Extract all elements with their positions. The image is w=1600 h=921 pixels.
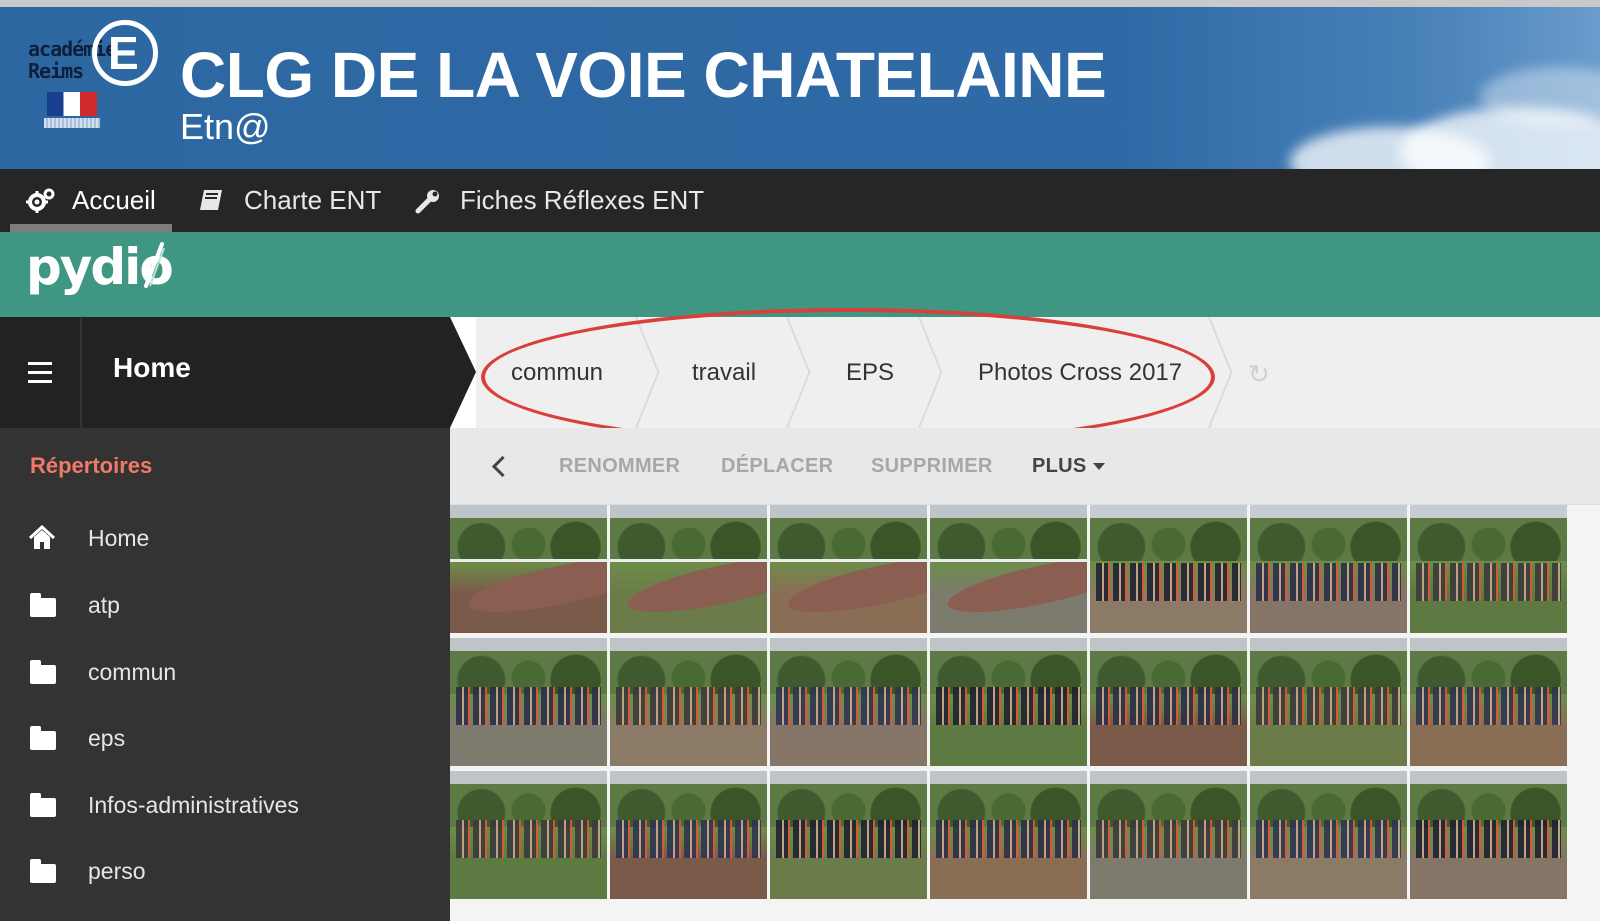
delete-button[interactable]: SUPPRIMER xyxy=(871,428,993,505)
academy-logo[interactable]: académie Reims E xyxy=(22,8,162,128)
photo-thumbnail[interactable] xyxy=(1410,771,1567,899)
wrench-icon xyxy=(414,187,444,215)
annotation-ellipse xyxy=(481,308,1215,446)
home-icon xyxy=(28,524,58,551)
sidebar-item-atp[interactable]: atp xyxy=(28,585,120,625)
photo-thumbnail[interactable] xyxy=(1250,771,1407,899)
photo-thumbnail[interactable] xyxy=(610,771,767,899)
pydio-logo[interactable]: pydio xyxy=(26,238,174,296)
sidebar-item-perso[interactable]: perso xyxy=(28,851,146,891)
folder-icon xyxy=(28,725,58,751)
hamburger-icon xyxy=(28,359,52,386)
folder-icon xyxy=(28,792,58,818)
photo-thumbnail[interactable] xyxy=(450,771,607,899)
folder-icon xyxy=(28,592,58,618)
nav-item-label: Charte ENT xyxy=(244,185,382,215)
photo-thumbnail[interactable] xyxy=(930,638,1087,766)
photo-thumbnail[interactable] xyxy=(1250,638,1407,766)
window-top-edge xyxy=(0,0,1600,7)
photo-thumbnail[interactable] xyxy=(450,505,607,633)
rename-button[interactable]: RENOMMER xyxy=(559,428,680,505)
folder-icon xyxy=(28,858,58,884)
sidebar-item-infos-administratives[interactable]: Infos-administratives xyxy=(28,785,299,825)
nav-item-charte-ent[interactable]: Charte ENT xyxy=(198,169,381,232)
workspace-title: Home xyxy=(113,352,191,383)
sidebar-item-label: Infos-administratives xyxy=(88,791,299,818)
photo-thumbnail[interactable] xyxy=(1090,771,1247,899)
more-menu-label: PLUS xyxy=(1032,455,1087,477)
photo-thumbnail[interactable] xyxy=(930,771,1087,899)
sidebar-item-label: commun xyxy=(88,658,177,685)
republic-e-letter: E xyxy=(108,27,139,79)
app-header-bar xyxy=(0,232,1600,317)
move-button[interactable]: DÉPLACER xyxy=(721,428,833,505)
folder-icon xyxy=(28,659,58,685)
active-tab-indicator xyxy=(10,224,172,232)
header-arrow-shape xyxy=(450,317,476,428)
directories-heading: Répertoires xyxy=(30,453,153,478)
refresh-icon[interactable]: ↻ xyxy=(1248,361,1272,387)
sidebar-item-commun[interactable]: commun xyxy=(28,652,176,692)
menu-toggle-button[interactable] xyxy=(0,317,82,428)
sidebar-item-eps[interactable]: eps xyxy=(28,718,125,758)
sidebar-item-label: atp xyxy=(88,591,120,618)
nav-item-label: Fiches Réflexes ENT xyxy=(460,185,705,215)
site-subtitle: Etn@ xyxy=(180,106,271,147)
photo-thumbnail[interactable] xyxy=(1410,638,1567,766)
logo-caption-lines xyxy=(44,118,100,128)
back-chevron-icon[interactable] xyxy=(484,448,514,484)
photo-thumbnail[interactable] xyxy=(770,505,927,633)
sidebar-item-label: Home xyxy=(88,524,150,551)
photo-thumbnail[interactable] xyxy=(610,505,767,633)
photo-thumbnail[interactable] xyxy=(1090,638,1247,766)
marianne-flag-icon xyxy=(47,92,97,116)
sidebar-item-label: perso xyxy=(88,857,146,884)
gears-icon xyxy=(26,187,56,215)
site-title: CLG DE LA VOIE CHATELAINE xyxy=(180,39,1107,111)
photo-thumbnail[interactable] xyxy=(450,638,607,766)
photo-thumbnail[interactable] xyxy=(1250,505,1407,633)
photo-thumbnail[interactable] xyxy=(1090,505,1247,633)
nav-item-label: Accueil xyxy=(72,185,156,215)
photo-thumbnail[interactable] xyxy=(930,505,1087,633)
photo-thumbnail[interactable] xyxy=(1410,505,1567,633)
book-icon xyxy=(198,187,228,215)
photo-thumbnail[interactable] xyxy=(770,638,927,766)
photo-grid xyxy=(450,505,1600,921)
photo-thumbnail[interactable] xyxy=(770,771,927,899)
photo-thumbnail[interactable] xyxy=(610,638,767,766)
nav-item-fiches-reflexes[interactable]: Fiches Réflexes ENT xyxy=(414,169,704,232)
sidebar-item-home[interactable]: Home xyxy=(28,518,149,558)
more-menu-button[interactable]: PLUS xyxy=(1032,428,1105,505)
sidebar-item-label: eps xyxy=(88,724,126,751)
caret-down-icon xyxy=(1092,463,1105,470)
nav-item-accueil[interactable]: Accueil xyxy=(26,169,156,232)
